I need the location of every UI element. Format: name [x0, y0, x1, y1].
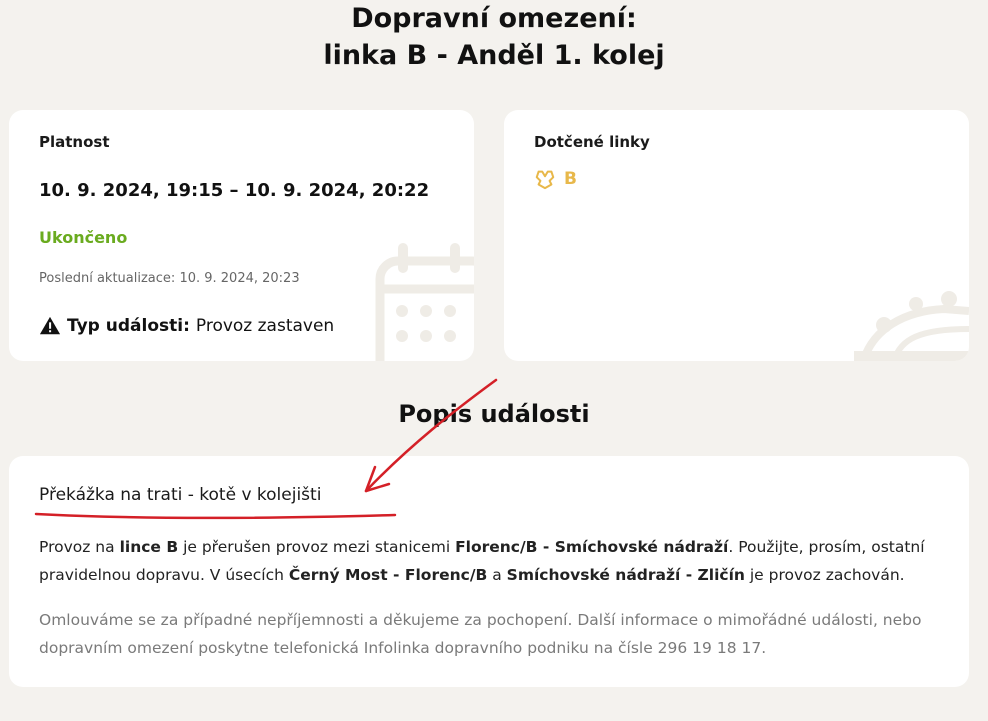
event-type-value: Provoz zastaven: [195, 316, 335, 336]
validity-range: 10. 9. 2024, 19:15 – 10. 9. 2024, 20:22: [39, 180, 430, 201]
description-emphasis: lince B: [119, 538, 179, 556]
last-updated: Poslední aktualizace: 10. 9. 2024, 20:23: [39, 271, 300, 286]
affected-lines-card: Dotčené linky B: [504, 110, 969, 361]
line-b-label: B: [564, 169, 577, 189]
description-text: je přerušen provoz mezi stanicemi: [178, 538, 456, 556]
event-heading: Překážka na trati - kotě v kolejišti: [39, 485, 322, 505]
last-updated-label: Poslední aktualizace:: [39, 271, 176, 286]
validity-card: Platnost 10. 9. 2024, 19:15 – 10. 9. 202…: [9, 110, 474, 361]
warning-icon: [39, 316, 61, 335]
description-text: a: [487, 566, 507, 584]
description-card: Překážka na trati - kotě v kolejišti Pro…: [9, 456, 969, 687]
page-title-line1: Dopravní omezení:: [351, 3, 637, 34]
validity-label: Platnost: [39, 133, 110, 151]
description-text: Provoz na: [39, 538, 120, 556]
page-title-line2: linka B - Anděl 1. kolej: [323, 40, 665, 71]
last-updated-value: 10. 9. 2024, 20:23: [179, 271, 300, 286]
event-type: Typ události: Provoz zastaven: [39, 315, 334, 337]
metro-icon: [535, 170, 555, 190]
section-title: Popis události: [398, 400, 590, 428]
line-b-link[interactable]: B: [534, 168, 577, 190]
description-emphasis: Florenc/B - Smíchovské nádraží: [455, 538, 729, 556]
event-type-label: Typ události:: [67, 316, 190, 336]
event-description: Provoz na lince B je přerušen provoz mez…: [39, 533, 954, 589]
page-title: Dopravní omezení: linka B - Anděl 1. kol…: [0, 0, 988, 74]
description-text: je provoz zachován.: [744, 566, 905, 584]
affected-lines-label: Dotčené linky: [534, 133, 650, 151]
status-badge: Ukončeno: [39, 228, 128, 247]
event-note: Omlouváme se za případné nepříjemnosti a…: [39, 611, 922, 657]
calendar-icon: [375, 243, 474, 361]
description-emphasis: Smíchovské nádraží - Zličín: [506, 566, 745, 584]
description-emphasis: Černý Most - Florenc/B: [288, 566, 488, 584]
metro-train-icon: [854, 291, 969, 361]
